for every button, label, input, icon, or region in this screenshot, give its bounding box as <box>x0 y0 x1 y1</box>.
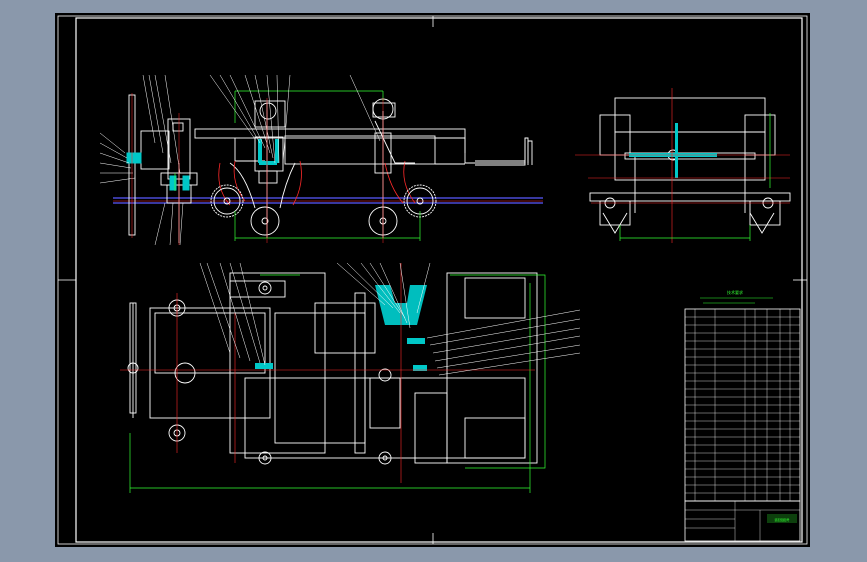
tech-req-title: 技术要求 <box>727 289 743 295</box>
mid-section-fill <box>258 139 279 165</box>
cad-drawing: 技术要求 装配图图号 <box>57 15 808 545</box>
upper-beam <box>194 128 529 165</box>
drawing-sheet: 技术要求 装配图图号 <box>55 13 810 547</box>
side-leaders <box>99 74 381 246</box>
left-post <box>128 94 191 236</box>
end-section-fill <box>629 123 717 178</box>
mid-mechanism <box>229 100 296 238</box>
parts-list: 技术要求 装配图图号 <box>684 289 801 542</box>
end-elevation-view <box>575 88 791 243</box>
centering-marks <box>58 16 807 544</box>
side-elevation-view <box>99 74 543 246</box>
plan-view <box>120 262 581 493</box>
gear-wheels <box>210 184 437 236</box>
outer-frame <box>57 15 808 545</box>
side-centerlines <box>131 93 384 245</box>
rail-lines <box>113 197 543 204</box>
drawing-number-stamp: 装配图图号 <box>774 517 789 522</box>
right-arm <box>372 98 415 238</box>
